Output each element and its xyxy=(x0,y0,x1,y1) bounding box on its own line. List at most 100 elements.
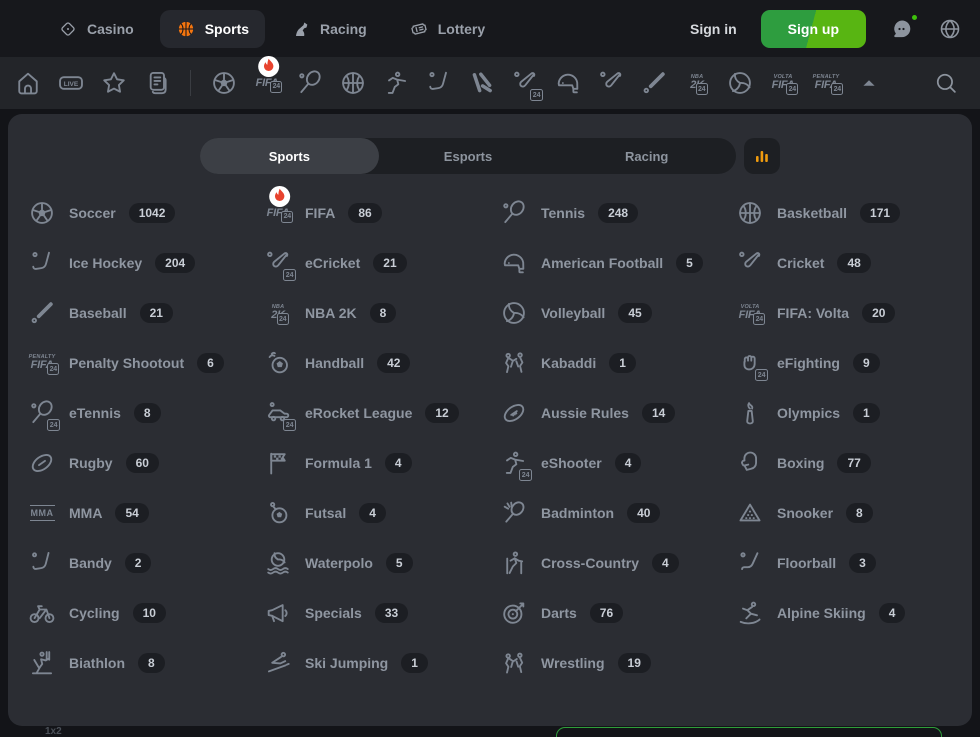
hot-fire-badge xyxy=(258,56,279,77)
chat-icon[interactable] xyxy=(890,17,914,41)
sport-item-erocket-league[interactable]: 24eRocket League12 xyxy=(264,399,500,427)
sport-item-ecricket[interactable]: 24eCricket21 xyxy=(264,249,500,277)
sport-label: American Football xyxy=(541,255,663,271)
top-navbar: Casino Sports Racing Lottery Sign in Sign u… xyxy=(0,0,980,57)
sport-item-kabaddi[interactable]: Kabaddi1 xyxy=(500,349,736,377)
language-globe-icon[interactable] xyxy=(938,17,962,41)
toolbar-item-favorites[interactable] xyxy=(100,69,128,97)
toolbar-item-baseball[interactable] xyxy=(640,69,668,97)
nav-item-racing[interactable]: Racing xyxy=(275,10,383,48)
sport-item-waterpolo[interactable]: Waterpolo5 xyxy=(264,549,500,577)
toolbar-item-volleyball[interactable] xyxy=(726,69,754,97)
sport-item-floorball[interactable]: Floorball3 xyxy=(736,549,972,577)
aussie-icon xyxy=(500,399,528,427)
sport-item-specials[interactable]: Specials33 xyxy=(264,599,500,627)
toolbar-item-ecricket[interactable]: 24 xyxy=(511,69,539,97)
sport-count-badge: 86 xyxy=(348,203,381,223)
toolbar-item-fifa[interactable]: FIFA24 xyxy=(253,69,281,97)
toolbar-item-betslips[interactable] xyxy=(143,69,171,97)
sport-item-fifa-volta[interactable]: VOLTAFIFA24FIFA: Volta20 xyxy=(736,299,972,327)
sport-item-wrestling[interactable]: Wrestling19 xyxy=(500,649,736,677)
penalty-fifa-icon: PENALTYFIFA24 xyxy=(812,69,840,97)
sport-item-cross-country[interactable]: Cross-Country4 xyxy=(500,549,736,577)
toolbar-item-fifa-volta[interactable]: VOLTAFIFA24 xyxy=(769,69,797,97)
toolbar-item-basketball[interactable] xyxy=(339,69,367,97)
toolbar-item-tennis[interactable] xyxy=(296,69,324,97)
sport-count-badge: 1 xyxy=(609,353,636,373)
sport-label: Cross-Country xyxy=(541,555,639,571)
sport-item-mma[interactable]: MMAMMA54 xyxy=(28,499,264,527)
show-more-button-fragment[interactable] xyxy=(556,727,942,737)
sport-item-ice-hockey[interactable]: Ice Hockey204 xyxy=(28,249,264,277)
sport-item-nba-2k[interactable]: NBA2K24NBA 2K8 xyxy=(264,299,500,327)
sport-item-olympics[interactable]: Olympics1 xyxy=(736,399,972,427)
sport-count-badge: 8 xyxy=(846,503,873,523)
sport-item-cycling[interactable]: Cycling10 xyxy=(28,599,264,627)
sign-up-button[interactable]: Sign up xyxy=(761,10,866,48)
sport-item-handball[interactable]: Handball42 xyxy=(264,349,500,377)
sport-item-biathlon[interactable]: Biathlon8 xyxy=(28,649,264,677)
sport-item-aussie-rules[interactable]: Aussie Rules14 xyxy=(500,399,736,427)
toolbar-item-home[interactable] xyxy=(14,69,42,97)
sign-in-link[interactable]: Sign in xyxy=(690,21,737,37)
toolbar-item-stripes-league[interactable] xyxy=(468,69,496,97)
flag-icon xyxy=(264,449,292,477)
toolbar-item-nba2k[interactable]: NBA2K24 xyxy=(683,69,711,97)
toolbar-item-cricket[interactable] xyxy=(597,69,625,97)
tab-sports[interactable]: Sports xyxy=(200,138,379,174)
tabs-row: SportsEsportsRacing xyxy=(8,138,972,174)
svg-text:LIVE: LIVE xyxy=(64,81,79,88)
sport-item-fifa[interactable]: FIFA24FIFA86 xyxy=(264,199,500,227)
sport-count-badge: 77 xyxy=(837,453,870,473)
tennis-icon: 24 xyxy=(28,399,56,427)
sport-count-badge: 14 xyxy=(642,403,675,423)
tab-esports[interactable]: Esports xyxy=(379,138,558,174)
racing-icon xyxy=(291,19,311,39)
sport-item-boxing[interactable]: Boxing77 xyxy=(736,449,972,477)
toolbar-item-penalty-fifa[interactable]: PENALTYFIFA24 xyxy=(812,69,840,97)
sport-item-ski-jumping[interactable]: Ski Jumping1 xyxy=(264,649,500,677)
sport-item-alpine-skiing[interactable]: Alpine Skiing4 xyxy=(736,599,972,627)
statistics-button[interactable] xyxy=(744,138,780,174)
nav-item-label: Lottery xyxy=(438,21,485,37)
toolbar-item-american-football[interactable] xyxy=(554,69,582,97)
sport-item-volleyball[interactable]: Volleyball45 xyxy=(500,299,736,327)
nav-item-lottery[interactable]: Lottery xyxy=(393,10,501,48)
toolbar-item-soccer[interactable] xyxy=(210,69,238,97)
sport-item-darts[interactable]: Darts76 xyxy=(500,599,736,627)
eshooter-icon xyxy=(382,69,410,97)
toolbar-item-live[interactable]: LIVE xyxy=(57,69,85,97)
stripes-league-icon xyxy=(468,69,496,97)
nav-item-sports[interactable]: Sports xyxy=(160,10,265,48)
sport-count-badge: 21 xyxy=(140,303,173,323)
tab-racing[interactable]: Racing xyxy=(557,138,736,174)
sport-label: Darts xyxy=(541,605,577,621)
sport-item-cricket[interactable]: Cricket48 xyxy=(736,249,972,277)
sport-item-etennis[interactable]: 24eTennis8 xyxy=(28,399,264,427)
floorball-icon xyxy=(736,549,764,577)
casino-icon xyxy=(58,19,78,39)
alpine-icon xyxy=(736,599,764,627)
search-icon[interactable] xyxy=(932,69,960,97)
sport-item-american-football[interactable]: American Football5 xyxy=(500,249,736,277)
sport-item-basketball[interactable]: Basketball171 xyxy=(736,199,972,227)
sport-label: Baseball xyxy=(69,305,127,321)
toolbar-item-eshooter[interactable] xyxy=(382,69,410,97)
sport-item-badminton[interactable]: Badminton40 xyxy=(500,499,736,527)
sport-item-tennis[interactable]: Tennis248 xyxy=(500,199,736,227)
toolbar-item-collapse[interactable] xyxy=(855,69,883,97)
ecricket-icon: 24 xyxy=(511,69,539,97)
sport-item-rugby[interactable]: Rugby60 xyxy=(28,449,264,477)
sport-item-penalty-shootout[interactable]: PENALTYFIFA24Penalty Shootout6 xyxy=(28,349,264,377)
sport-item-formula-1[interactable]: Formula 14 xyxy=(264,449,500,477)
sport-item-snooker[interactable]: Snooker8 xyxy=(736,499,972,527)
sport-item-eshooter[interactable]: 24eShooter4 xyxy=(500,449,736,477)
sport-item-futsal[interactable]: Futsal4 xyxy=(264,499,500,527)
nav-item-casino[interactable]: Casino xyxy=(42,10,150,48)
sport-item-efighting[interactable]: 24eFighting9 xyxy=(736,349,972,377)
sport-item-soccer[interactable]: Soccer1042 xyxy=(28,199,264,227)
sport-item-baseball[interactable]: Baseball 21 xyxy=(28,299,264,327)
toolbar-item-ice-hockey[interactable] xyxy=(425,69,453,97)
sport-item-bandy[interactable]: Bandy2 xyxy=(28,549,264,577)
cricket-icon: 24 xyxy=(264,249,292,277)
